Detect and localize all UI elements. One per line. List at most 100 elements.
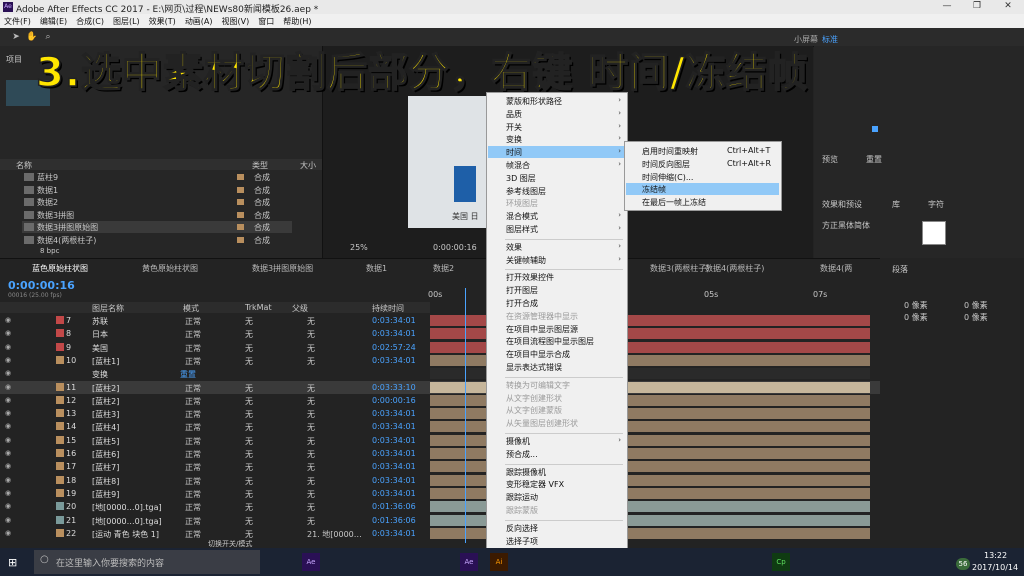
visibility-eye-icon[interactable]: ◉ (5, 529, 13, 537)
ae-taskbar-icon-1[interactable]: Ae (302, 553, 320, 571)
layer-duration[interactable]: 0:03:34:01 (372, 409, 416, 418)
context-menu-item[interactable]: 帧混合 (506, 160, 530, 172)
context-menu-item[interactable]: 蒙版和形状路径 (506, 96, 562, 108)
ae-taskbar-icon-2[interactable]: Ae (460, 553, 478, 571)
context-menu-item[interactable]: 打开图层 (506, 285, 538, 297)
preview-label[interactable]: 预览 (822, 154, 838, 165)
windows-start-icon[interactable]: ⊞ (8, 556, 17, 569)
layer-duration[interactable]: 0:03:34:01 (372, 436, 416, 445)
cp-taskbar-icon[interactable]: Cp (772, 553, 790, 571)
context-menu-item[interactable]: 选择子项 (506, 536, 538, 548)
project-item[interactable]: 数据4(两根柱子) 合成 (22, 234, 292, 246)
minimize-icon[interactable]: — (932, 1, 962, 13)
layer-duration[interactable]: 0:03:33:10 (372, 383, 416, 392)
menu-item-4[interactable]: 效果(T) (145, 14, 181, 27)
layer-trkmat[interactable]: 无 (245, 422, 253, 433)
layer-color-label[interactable] (56, 342, 64, 351)
layer-row[interactable]: ◉ 15 [蓝柱5] 正常 无 无 0:03:34:01 (0, 434, 880, 447)
layer-name[interactable]: [蓝柱2] (92, 396, 119, 407)
visibility-eye-icon[interactable]: ◉ (5, 489, 13, 497)
layer-parent[interactable]: 21. 地[0000… (307, 529, 362, 540)
layer-color-label[interactable] (56, 369, 64, 378)
layer-name[interactable]: 美国 (92, 343, 108, 354)
context-menu-item[interactable]: 图层样式 (506, 224, 538, 236)
visibility-eye-icon[interactable]: ◉ (5, 356, 13, 364)
menu-item-8[interactable]: 帮助(H) (279, 14, 316, 27)
layer-row[interactable]: ◉ 13 [蓝柱3] 正常 无 无 0:03:34:01 (0, 407, 880, 420)
workspace-standard[interactable]: 标准 (822, 34, 838, 45)
submenu-item[interactable]: 冻结帧 (642, 184, 666, 196)
fill-color-swatch[interactable] (922, 221, 946, 245)
layer-mode[interactable]: 正常 (185, 383, 201, 394)
layer-name[interactable]: 日本 (92, 329, 108, 340)
layer-trkmat[interactable]: 无 (245, 396, 253, 407)
layer-duration[interactable]: 0:02:57:24 (372, 343, 416, 352)
layer-row[interactable]: ◉ 10 [蓝柱1] 正常 无 无 0:03:34:01 (0, 354, 880, 367)
layer-name[interactable]: [地[0000…0].tga] (92, 502, 162, 513)
timeline-tab[interactable]: 数据3(两根柱子) (650, 263, 709, 275)
layer-parent[interactable]: 无 (307, 449, 315, 460)
layer-row[interactable]: ◉ 12 [蓝柱2] 正常 无 无 0:00:00:16 (0, 394, 880, 407)
layer-color-label[interactable] (56, 422, 64, 431)
selection-tool-icon[interactable]: ➤ (10, 31, 22, 43)
layer-row[interactable]: ◉ 19 [蓝柱9] 正常 无 无 0:03:34:01 (0, 487, 880, 500)
col-name[interactable]: 名称 (16, 160, 32, 171)
layer-mode[interactable]: 正常 (185, 329, 201, 340)
layer-trkmat[interactable]: 无 (245, 343, 253, 354)
context-menu-item[interactable]: 在项目中显示图层源 (506, 324, 578, 336)
col-size[interactable]: 大小 (300, 160, 316, 171)
layer-parent[interactable]: 无 (307, 356, 315, 367)
layer-row[interactable]: ◉ 18 [蓝柱8] 正常 无 无 0:03:34:01 (0, 474, 880, 487)
indent-right[interactable]: 0 像素 (964, 300, 988, 311)
context-menu-item[interactable]: 效果 (506, 242, 522, 254)
layer-duration[interactable]: 0:00:00:16 (372, 396, 416, 405)
layer-trkmat[interactable]: 无 (245, 502, 253, 513)
menu-item-3[interactable]: 图层(L) (109, 14, 145, 27)
layer-parent[interactable]: 无 (307, 329, 315, 340)
layer-color-label[interactable] (56, 329, 64, 338)
layer-trkmat[interactable]: 无 (245, 356, 253, 367)
layer-color-label[interactable] (56, 449, 64, 457)
timeline-tab[interactable]: 数据4(两 (820, 263, 852, 275)
layer-trkmat[interactable]: 无 (245, 476, 253, 487)
layer-duration[interactable]: 0:01:36:06 (372, 516, 416, 525)
library-tab[interactable]: 库 (892, 199, 900, 210)
indent-left[interactable]: 0 像素 (904, 300, 928, 311)
layer-name[interactable]: [蓝柱6] (92, 449, 119, 460)
layer-trkmat[interactable]: 无 (245, 316, 253, 327)
layer-color-label[interactable] (56, 488, 64, 497)
col-trkmat[interactable]: TrkMat (245, 303, 272, 312)
visibility-eye-icon[interactable]: ◉ (5, 436, 13, 444)
layer-parent[interactable]: 无 (307, 383, 315, 394)
layer-mode[interactable]: 正常 (185, 356, 201, 367)
layer-name[interactable]: [地[0000…0].tga] (92, 516, 162, 527)
context-menu-item[interactable]: 摄像机 (506, 436, 530, 448)
layer-row[interactable]: ◉ 17 [蓝柱7] 正常 无 无 0:03:34:01 (0, 460, 880, 473)
context-menu-item[interactable]: 在项目流程图中显示图层 (506, 336, 594, 348)
layer-mode[interactable]: 正常 (185, 502, 201, 513)
context-menu-item[interactable]: 变换 (506, 134, 522, 146)
layer-color-label[interactable] (56, 502, 64, 511)
menu-item-2[interactable]: 合成(C) (72, 14, 109, 27)
menu-item-1[interactable]: 编辑(E) (36, 14, 72, 27)
visibility-eye-icon[interactable]: ◉ (5, 369, 13, 377)
visibility-eye-icon[interactable]: ◉ (5, 476, 13, 484)
context-menu-item[interactable]: 在资源管理器中显示 (506, 311, 578, 323)
layer-trkmat[interactable]: 无 (245, 489, 253, 500)
layer-name[interactable]: 苏联 (92, 316, 108, 327)
context-menu-item[interactable]: 时间 (506, 147, 522, 159)
context-menu-item[interactable]: 在项目中显示合成 (506, 349, 570, 361)
reset-button[interactable]: 重置 (866, 154, 882, 165)
layer-name[interactable]: [蓝柱4] (92, 422, 119, 433)
clock-date[interactable]: 2017/10/14 (972, 563, 1018, 572)
visibility-eye-icon[interactable]: ◉ (5, 516, 13, 524)
visibility-eye-icon[interactable]: ◉ (5, 396, 13, 404)
space-before[interactable]: 0 像素 (904, 312, 928, 323)
font-family-select[interactable]: 方正黑体简体 (822, 220, 870, 231)
layer-mode[interactable]: 正常 (185, 449, 201, 460)
viewer-timecode[interactable]: 0:00:00:16 (433, 243, 477, 252)
visibility-eye-icon[interactable]: ◉ (5, 343, 13, 351)
close-icon[interactable]: ✕ (993, 1, 1023, 13)
space-after[interactable]: 0 像素 (964, 312, 988, 323)
layer-color-label[interactable] (56, 475, 64, 484)
